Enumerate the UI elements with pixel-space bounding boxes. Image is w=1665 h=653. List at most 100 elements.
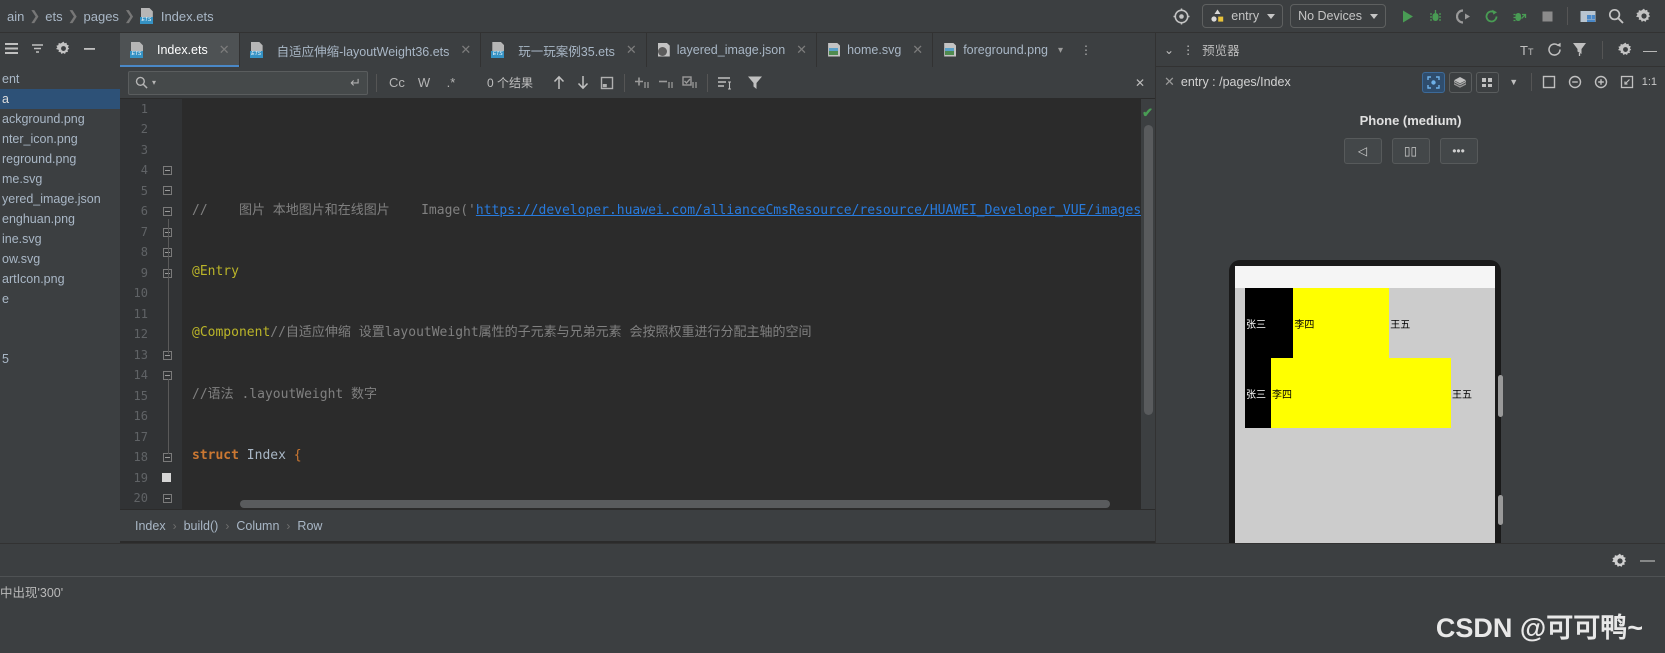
select-lines-icon[interactable] bbox=[678, 72, 702, 94]
breadcrumb-item-ets[interactable]: ets bbox=[40, 9, 67, 24]
filter-icon[interactable] bbox=[743, 72, 767, 94]
multi-device-icon[interactable] bbox=[1475, 71, 1499, 93]
device-side-button[interactable] bbox=[1498, 495, 1503, 525]
vertical-scrollbar[interactable] bbox=[1144, 125, 1153, 415]
close-icon[interactable]: ✕ bbox=[1135, 76, 1155, 90]
font-size-icon[interactable]: TT bbox=[1520, 43, 1537, 57]
select-all-occurrences-icon[interactable] bbox=[595, 72, 619, 94]
zoom-out-icon[interactable] bbox=[1564, 72, 1586, 93]
fold-toggle[interactable] bbox=[162, 206, 173, 217]
add-line-icon[interactable] bbox=[630, 72, 654, 94]
breadcrumb-item-project[interactable]: ain bbox=[2, 9, 29, 24]
fold-device-button[interactable]: ▯▯ bbox=[1391, 138, 1430, 164]
run-coverage-icon[interactable] bbox=[1450, 3, 1476, 29]
project-tree-item[interactable]: me.svg bbox=[0, 169, 120, 189]
debug-icon[interactable] bbox=[1422, 3, 1448, 29]
fold-toggle[interactable] bbox=[162, 165, 173, 176]
regex-toggle[interactable]: .* bbox=[439, 72, 463, 94]
close-icon[interactable]: ✕ bbox=[796, 42, 807, 58]
project-tree-item[interactable]: reground.png bbox=[0, 149, 120, 169]
dropdown-caret-icon[interactable]: ▼ bbox=[1503, 72, 1525, 93]
structure-crumb-row[interactable]: Row bbox=[292, 519, 327, 533]
project-tree-item[interactable]: ackground.png bbox=[0, 109, 120, 129]
code-line[interactable]: @Entry bbox=[182, 262, 1155, 282]
rotate-device-button[interactable]: ◁ bbox=[1343, 138, 1382, 164]
search-input[interactable] bbox=[160, 75, 347, 90]
project-tree-item[interactable] bbox=[0, 309, 120, 329]
search-icon[interactable] bbox=[1603, 3, 1629, 29]
project-tree-item[interactable]: 5 bbox=[0, 349, 120, 369]
breadcrumb-item-pages[interactable]: pages bbox=[79, 9, 124, 24]
refresh-icon[interactable] bbox=[1547, 42, 1562, 57]
code-line[interactable]: // 图片 本地图片和在线图片 Image('https://developer… bbox=[182, 201, 1155, 221]
settings-icon[interactable] bbox=[1631, 3, 1657, 29]
project-tree-item-selected[interactable]: a bbox=[0, 89, 120, 109]
editor-tab-home-svg[interactable]: home.svg ✕ bbox=[817, 33, 934, 67]
settings-icon[interactable] bbox=[1618, 42, 1633, 57]
match-case-toggle[interactable]: Cc bbox=[385, 72, 409, 94]
rerun-icon[interactable] bbox=[1478, 3, 1504, 29]
minimize-icon[interactable]: — bbox=[1643, 42, 1657, 58]
close-icon[interactable]: ✕ bbox=[912, 42, 923, 58]
target-icon[interactable] bbox=[1168, 3, 1194, 29]
project-view-icon[interactable] bbox=[4, 41, 19, 56]
bookmark-marker[interactable] bbox=[162, 473, 171, 482]
structure-crumb-column[interactable]: Column bbox=[231, 519, 284, 533]
breadcrumb-item-file[interactable]: ETS Index.ets bbox=[135, 8, 219, 24]
project-tree-item[interactable]: ow.svg bbox=[0, 249, 120, 269]
insert-newline-icon[interactable]: ↵ bbox=[350, 75, 361, 91]
inspector-icon[interactable] bbox=[1572, 42, 1587, 57]
editor-tab-layered-image-json[interactable]: layered_image.json ✕ bbox=[647, 33, 818, 67]
project-structure-icon[interactable] bbox=[1575, 3, 1601, 29]
editor-tab-index-ets[interactable]: ETS Index.ets ✕ bbox=[120, 33, 240, 67]
close-icon[interactable]: ✕ bbox=[1164, 74, 1175, 90]
chevron-down-icon[interactable]: ⌄ bbox=[1164, 43, 1174, 57]
remove-line-icon[interactable] bbox=[654, 72, 678, 94]
more-device-button[interactable]: ••• bbox=[1439, 138, 1478, 164]
project-tree-item[interactable]: artIcon.png bbox=[0, 269, 120, 289]
code-editor[interactable]: 1 2 3 4 5 6 7 8 9 10 11 12 13 14 15 16 1… bbox=[120, 99, 1155, 509]
code-line[interactable]: //语法 .layoutWeight 数字 bbox=[182, 385, 1155, 405]
horizontal-scrollbar[interactable] bbox=[240, 500, 1110, 508]
search-scope-icon[interactable] bbox=[713, 72, 737, 94]
inspection-status-icon[interactable]: ✔ bbox=[1142, 105, 1153, 121]
project-tree-item[interactable]: yered_image.json bbox=[0, 189, 120, 209]
stop-icon[interactable] bbox=[1534, 3, 1560, 29]
fold-toggle[interactable] bbox=[162, 493, 173, 504]
close-icon[interactable]: ✕ bbox=[626, 42, 637, 58]
project-tree-item[interactable]: nter_icon.png bbox=[0, 129, 120, 149]
component-inspect-toggle[interactable] bbox=[1421, 71, 1445, 93]
code-line[interactable]: struct Index { bbox=[182, 446, 1155, 466]
device-selector[interactable]: No Devices bbox=[1290, 4, 1386, 28]
close-icon[interactable]: ✕ bbox=[460, 42, 471, 58]
code-line[interactable]: @Component//自适应伸缩 设置layoutWeight属性的子元素与兄… bbox=[182, 323, 1155, 343]
code-line[interactable] bbox=[182, 140, 1155, 160]
arrow-down-icon[interactable] bbox=[571, 72, 595, 94]
more-tabs-icon[interactable]: ⋮ bbox=[1072, 33, 1100, 67]
project-tree-item[interactable]: e bbox=[0, 289, 120, 309]
structure-crumb-index[interactable]: Index bbox=[130, 519, 171, 533]
device-side-button[interactable] bbox=[1498, 375, 1503, 417]
more-options-icon[interactable]: ⋮ bbox=[1182, 43, 1194, 57]
minimize-icon[interactable]: — bbox=[1640, 552, 1655, 569]
close-icon[interactable]: ✕ bbox=[219, 42, 230, 58]
code-content[interactable]: // 图片 本地图片和在线图片 Image('https://developer… bbox=[182, 99, 1155, 509]
search-input-wrapper[interactable]: ▾ ↵ bbox=[128, 70, 368, 95]
chevron-down-icon[interactable]: ▾ bbox=[1058, 45, 1063, 56]
layers-icon[interactable] bbox=[1448, 71, 1472, 93]
settings-icon[interactable] bbox=[56, 41, 71, 56]
arrow-up-icon[interactable] bbox=[547, 72, 571, 94]
project-tree-item[interactable] bbox=[0, 329, 120, 349]
module-selector[interactable]: entry bbox=[1202, 4, 1284, 28]
hide-panel-icon[interactable] bbox=[82, 41, 97, 56]
zoom-in-icon[interactable] bbox=[1590, 72, 1612, 93]
project-tree-item[interactable]: ent bbox=[0, 69, 120, 89]
attach-debugger-icon[interactable] bbox=[1506, 3, 1532, 29]
structure-crumb-build[interactable]: build() bbox=[179, 519, 224, 533]
editor-tab-case35[interactable]: ETS 玩一玩案例35.ets ✕ bbox=[481, 33, 647, 67]
fold-toggle[interactable] bbox=[162, 185, 173, 196]
search-history-caret-icon[interactable]: ▾ bbox=[152, 78, 156, 87]
fit-frame-icon[interactable] bbox=[1538, 72, 1560, 93]
settings-icon[interactable] bbox=[1612, 553, 1628, 569]
project-tree-item[interactable]: enghuan.png bbox=[0, 209, 120, 229]
